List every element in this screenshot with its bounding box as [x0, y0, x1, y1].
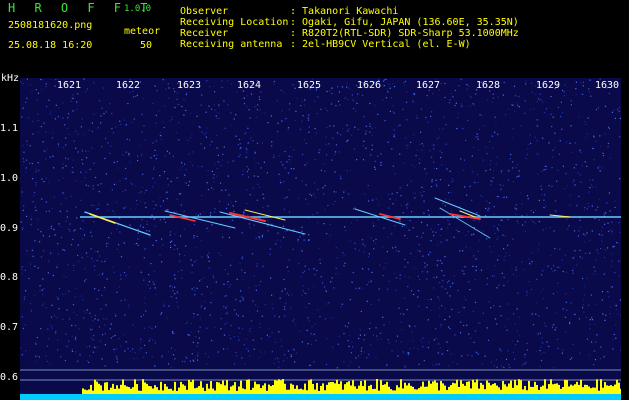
- x-tick-1626: 1626: [356, 80, 382, 91]
- y-tick-0-9: 0.9: [0, 223, 19, 234]
- y-axis-unit: kHz: [1, 73, 20, 84]
- event-label: meteor: [124, 26, 161, 37]
- antenna-key: Receiving antenna: [180, 39, 283, 50]
- y-tick-0-6: 0.6: [0, 372, 19, 383]
- y-tick-0-7: 0.7: [0, 322, 19, 333]
- x-tick-1624: 1624: [236, 80, 262, 91]
- y-tick-1-0: 1.0: [0, 173, 19, 184]
- event-count: 50: [140, 40, 153, 51]
- x-tick-1630: 1630: [594, 80, 620, 91]
- file-datetime: 25.08.18 16:20: [8, 40, 93, 51]
- x-tick-1622: 1622: [115, 80, 141, 91]
- x-tick-1621: 1621: [56, 80, 82, 91]
- x-tick-1627: 1627: [415, 80, 441, 91]
- x-tick-1625: 1625: [296, 80, 322, 91]
- spectrogram: [20, 78, 621, 400]
- y-tick-1-1: 1.1: [0, 123, 19, 134]
- x-tick-1623: 1623: [176, 80, 202, 91]
- antenna-value: : 2el-HB9CV Vertical (el. E-W): [290, 39, 471, 50]
- x-tick-1628: 1628: [475, 80, 501, 91]
- x-tick-1629: 1629: [535, 80, 561, 91]
- header-panel: H R O F F T 1.0.0 2508181620.png 25.08.1…: [0, 0, 629, 72]
- file-name: 2508181620.png: [8, 20, 93, 31]
- y-tick-0-8: 0.8: [0, 272, 19, 283]
- app-version: 1.0.0: [124, 4, 152, 14]
